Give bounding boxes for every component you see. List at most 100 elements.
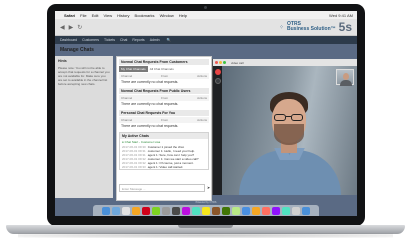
dock-app-icon[interactable] <box>202 206 210 215</box>
empty-message: There are currently no chat requests. <box>121 124 179 128</box>
dock-app-icon[interactable] <box>262 206 270 215</box>
dock-app-icon[interactable] <box>132 206 140 215</box>
hints-text: Please note: You will not be able to acc… <box>58 66 110 86</box>
video-call-window: video call <box>212 59 357 195</box>
dock-app-icon[interactable] <box>302 206 310 215</box>
laptop-lid: Safari File Edit View History Bookmarks … <box>47 4 365 226</box>
message-time: 2017-06-01 09:33 <box>122 165 146 169</box>
personal-requests-section: Personal Chat Requests For You Channel F… <box>119 110 209 129</box>
laptop-camera <box>204 6 207 9</box>
nav-tickets[interactable]: Tickets <box>104 38 115 42</box>
nav-reports[interactable]: Reports <box>132 38 144 42</box>
dock-app-icon[interactable] <box>182 206 190 215</box>
window-zoom-icon[interactable] <box>223 61 226 64</box>
dock-app-icon[interactable] <box>272 206 280 215</box>
col-channel[interactable]: Channel <box>121 96 132 100</box>
menubar-status: Wed 9:41 AM <box>329 13 353 18</box>
menu-view[interactable]: View <box>103 13 112 18</box>
laptop-screen: Safari File Edit View History Bookmarks … <box>55 11 357 216</box>
self-view-head <box>343 73 349 80</box>
menu-safari[interactable]: Safari <box>64 13 75 18</box>
col-actions: Actions <box>197 118 207 122</box>
caller-glasses <box>274 114 304 121</box>
video-controls <box>214 69 221 84</box>
microphone-icon[interactable] <box>214 78 221 84</box>
hints-sidebar: Hints Please note: You will not be able … <box>55 56 113 198</box>
active-chats-box: My Active Chats ● Chat Start - Customer … <box>119 132 209 170</box>
col-channel[interactable]: Channel <box>121 74 132 78</box>
video-titlebar: video call <box>213 59 357 66</box>
col-channel[interactable]: Channel <box>121 118 132 122</box>
dock-app-icon[interactable] <box>282 206 290 215</box>
dock-app-icon[interactable] <box>212 206 220 215</box>
glasses-lens <box>291 114 303 121</box>
nav-admin[interactable]: Admin <box>150 38 160 42</box>
app-navigation: Dashboard Customers Tickets Chat Reports… <box>55 36 357 44</box>
customer-requests-section: Normal Chat Requests From Customers My C… <box>119 59 209 85</box>
public-requests-section: Normal Chat Requests From Public Users C… <box>119 88 209 107</box>
logo-dots-icon: ⁘ <box>278 24 285 31</box>
empty-message: There are currently no chat requests. <box>121 80 179 84</box>
self-video-preview[interactable] <box>336 69 354 86</box>
chat-message-input[interactable]: Enter Message ... <box>119 184 205 192</box>
section-title[interactable]: Normal Chat Requests From Public Users <box>119 88 209 94</box>
section-title[interactable]: Normal Chat Requests From Customers <box>119 59 209 65</box>
dock-app-icon[interactable] <box>102 206 110 215</box>
self-view-body <box>340 80 352 86</box>
tab-all-chat-channels[interactable]: All Chat Channels <box>148 66 176 72</box>
dock-app-icon[interactable] <box>192 206 200 215</box>
back-icon[interactable]: ◀ <box>60 24 65 31</box>
nav-dashboard[interactable]: Dashboard <box>60 38 77 42</box>
video-window-title: video call <box>231 60 244 65</box>
search-icon[interactable]: 🔍 <box>167 38 171 42</box>
page-title: Manage Chats <box>60 47 94 53</box>
window-close-icon[interactable] <box>215 61 218 64</box>
laptop-hinge-notch <box>178 225 233 228</box>
chat-message: 2017-06-01 09:33 agent 1: Video call sta… <box>120 165 208 169</box>
logo-version-badge: 5s <box>338 20 352 34</box>
end-call-icon[interactable] <box>214 69 221 75</box>
chat-management-panel: Normal Chat Requests From Customers My C… <box>116 56 212 201</box>
dock-app-icon[interactable] <box>162 206 170 215</box>
dock-app-icon[interactable] <box>242 206 250 215</box>
dock-app-icon[interactable] <box>232 206 240 215</box>
dock-app-icon[interactable] <box>142 206 150 215</box>
col-actions: Actions <box>197 74 207 78</box>
hints-title: Hints <box>58 59 67 63</box>
col-from[interactable]: From <box>161 118 168 122</box>
laptop-shadow <box>18 233 393 238</box>
browser-toolbar: ◀ ▶ ↻ ⁘ OTRS Business Solution™ 5s <box>55 19 357 36</box>
message-text: agent 1: Video call started. <box>147 165 184 169</box>
otrs-logo[interactable]: ⁘ OTRS Business Solution™ 5s <box>279 20 352 34</box>
glasses-lens <box>274 114 286 121</box>
dock-app-icon[interactable] <box>252 206 260 215</box>
remote-video-stream <box>222 66 357 195</box>
menu-help[interactable]: Help <box>179 13 187 18</box>
section-title[interactable]: Personal Chat Requests For You <box>119 110 209 116</box>
col-from[interactable]: From <box>161 96 168 100</box>
send-icon[interactable]: ➤ <box>206 184 211 192</box>
dock-app-icon[interactable] <box>222 206 230 215</box>
menu-history[interactable]: History <box>117 13 129 18</box>
nav-chat[interactable]: Chat <box>120 38 127 42</box>
dock-app-icon[interactable] <box>292 206 300 215</box>
dock-app-icon[interactable] <box>152 206 160 215</box>
window-minimize-icon[interactable] <box>219 61 222 64</box>
menu-edit[interactable]: Edit <box>92 13 99 18</box>
menubar-clock[interactable]: Wed 9:41 AM <box>329 13 353 18</box>
dock-app-icon[interactable] <box>112 206 120 215</box>
col-from[interactable]: From <box>161 74 168 78</box>
page-footer: Powered by OTRS <box>195 201 217 204</box>
menu-window[interactable]: Window <box>160 13 174 18</box>
dock-app-icon[interactable] <box>172 206 180 215</box>
reload-icon[interactable]: ↻ <box>77 24 82 31</box>
nav-customers[interactable]: Customers <box>82 38 99 42</box>
dock-app-icon[interactable] <box>122 206 130 215</box>
menu-bookmarks[interactable]: Bookmarks <box>135 13 155 18</box>
tab-my-chat-channels[interactable]: My Chat Channels <box>119 66 148 72</box>
caller-beard <box>274 124 304 145</box>
logo-line-2: Business Solution™ <box>287 26 336 32</box>
menu-file[interactable]: File <box>80 13 86 18</box>
forward-icon[interactable]: ▶ <box>69 24 74 31</box>
empty-message: There are currently no chat requests. <box>121 102 179 106</box>
